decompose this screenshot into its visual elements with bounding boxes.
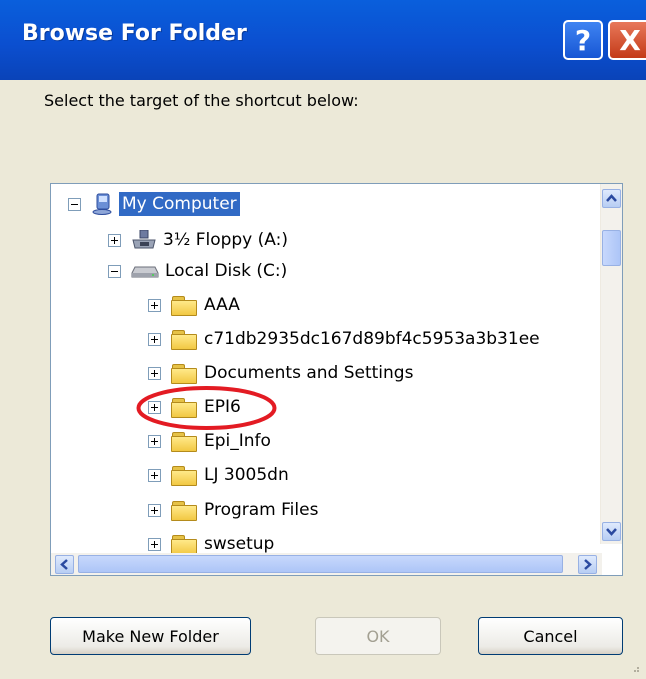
folder-icon [171, 500, 197, 521]
close-icon: X [619, 23, 641, 57]
tree-item-label: AAA [204, 295, 240, 315]
computer-icon [91, 193, 115, 215]
horizontal-scroll-thumb[interactable] [78, 555, 563, 573]
floppy-icon [131, 229, 157, 250]
tree-item-documents-and-settings[interactable]: Documents and Settings [148, 358, 413, 388]
ok-button[interactable]: OK [315, 617, 441, 655]
tree-item-label: c71db2935dc167d89bf4c5953a3b31ee [204, 329, 540, 349]
folder-icon [171, 329, 197, 350]
tree-item-label: Local Disk (C:) [165, 261, 288, 281]
tree-item-label: LJ 3005dn [204, 465, 289, 485]
tree-item-program-files[interactable]: Program Files [148, 495, 318, 525]
chevron-right-icon [584, 559, 592, 570]
folder-icon [171, 431, 197, 452]
tree-item-label: swsetup [204, 534, 275, 554]
expand-icon[interactable] [148, 366, 161, 380]
expand-icon[interactable] [148, 332, 161, 346]
expand-icon[interactable] [148, 503, 161, 517]
tree-item-label: Epi_Info [204, 431, 271, 451]
expand-icon[interactable] [148, 298, 161, 312]
tree-item-floppy-a[interactable]: 3½ Floppy (A:) [108, 225, 288, 255]
tree-item-label: Program Files [204, 500, 319, 520]
folder-icon [171, 295, 197, 316]
vertical-scrollbar[interactable] [600, 184, 622, 544]
expand-icon[interactable] [148, 400, 161, 414]
scroll-up-button[interactable] [602, 189, 621, 208]
tree-item-aaa[interactable]: AAA [148, 290, 240, 320]
tree-item-label: 3½ Floppy (A:) [163, 230, 288, 250]
title-bar: Browse For Folder ? X [0, 0, 646, 80]
collapse-icon[interactable] [68, 197, 81, 211]
help-icon: ? [574, 23, 592, 57]
help-button[interactable]: ? [563, 20, 603, 60]
vertical-scroll-thumb[interactable] [602, 230, 621, 266]
cancel-button[interactable]: Cancel [478, 617, 623, 655]
tree-item-local-disk-c[interactable]: Local Disk (C:) [108, 256, 287, 286]
tree-item-epi6[interactable]: EPI6 [148, 392, 241, 422]
close-button[interactable]: X [608, 20, 646, 60]
resize-grip-icon[interactable] [630, 663, 640, 673]
horizontal-scrollbar[interactable] [51, 553, 602, 575]
expand-icon[interactable] [148, 434, 161, 448]
expand-icon[interactable] [148, 468, 161, 482]
tree-item-label: EPI6 [204, 397, 241, 417]
folder-icon [171, 465, 197, 486]
make-new-folder-button[interactable]: Make New Folder [50, 617, 251, 655]
instruction-text: Select the target of the shortcut below: [44, 91, 359, 110]
tree-item-label: My Computer [119, 192, 240, 216]
tree-item-my-computer[interactable]: My Computer [68, 189, 240, 219]
chevron-down-icon [606, 528, 617, 536]
expand-icon[interactable] [108, 233, 121, 247]
folder-icon [171, 534, 197, 555]
scroll-left-button[interactable] [55, 555, 74, 574]
chevron-left-icon [60, 559, 68, 570]
collapse-icon[interactable] [108, 264, 121, 278]
expand-icon[interactable] [148, 537, 161, 551]
window-title: Browse For Folder [22, 21, 247, 46]
chevron-up-icon [606, 194, 617, 202]
folder-icon [171, 363, 197, 384]
hard-disk-icon [131, 264, 159, 278]
folder-tree[interactable]: My Computer 3½ Floppy (A:) Local Disk (C… [50, 183, 623, 576]
tree-item-label: Documents and Settings [204, 363, 414, 383]
tree-item-epi-info[interactable]: Epi_Info [148, 426, 271, 456]
scroll-right-button[interactable] [578, 555, 597, 574]
folder-icon [171, 397, 197, 418]
scroll-down-button[interactable] [602, 522, 621, 541]
tree-item-lj-3005dn[interactable]: LJ 3005dn [148, 460, 289, 490]
tree-item-hash-folder[interactable]: c71db2935dc167d89bf4c5953a3b31ee [148, 324, 540, 354]
